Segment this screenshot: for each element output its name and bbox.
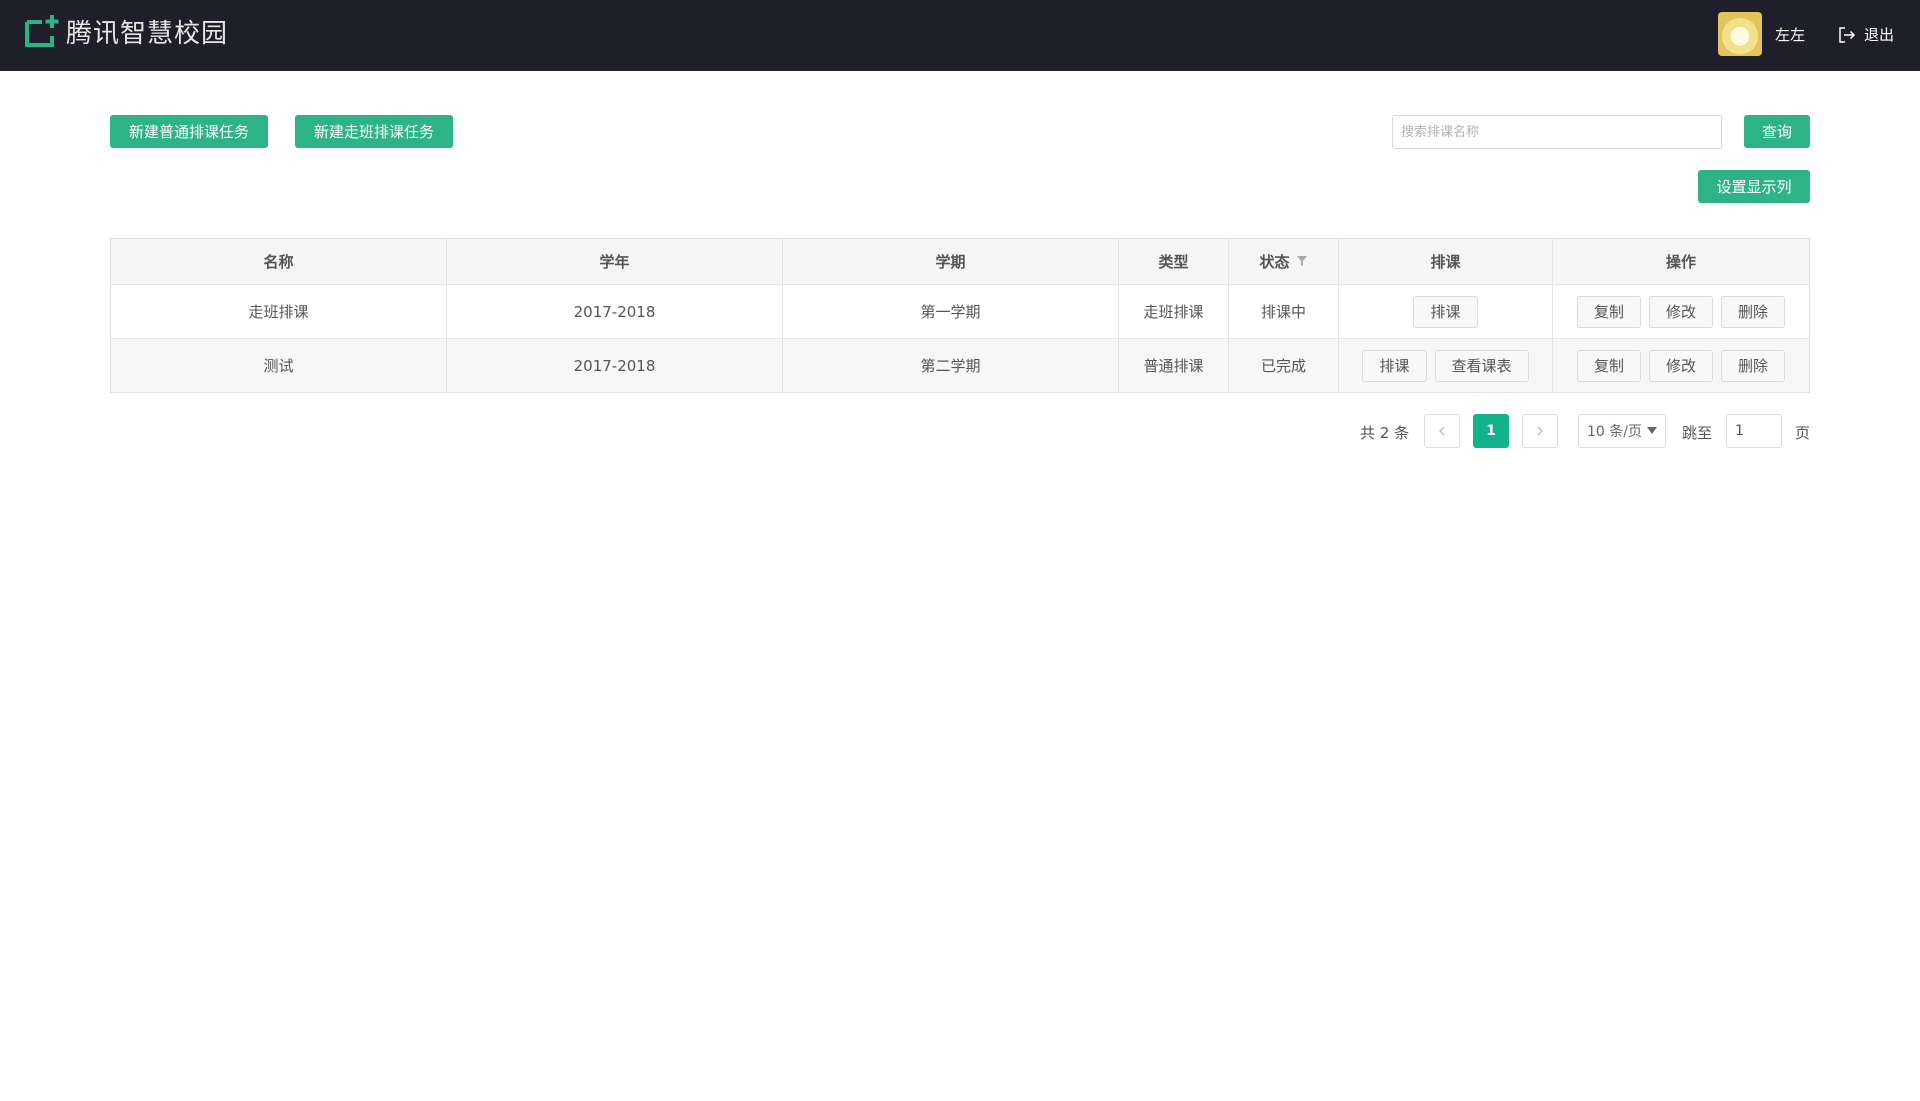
column-header-status-label: 状态 [1259, 253, 1290, 271]
copy-button[interactable]: 复制 [1576, 349, 1641, 382]
brand-logo[interactable]: 腾讯智慧校园 [24, 11, 228, 51]
search-input[interactable] [1392, 115, 1722, 149]
chevron-left-icon [1439, 426, 1445, 436]
new-walk-task-button[interactable]: 新建走班排课任务 [295, 115, 453, 148]
column-header-actions: 操作 [1665, 253, 1696, 271]
cell-status: 已完成 [1229, 339, 1339, 392]
jump-page-input[interactable] [1726, 414, 1782, 448]
brand-name: 腾讯智慧校园 [66, 18, 229, 49]
cell-term: 第二学期 [783, 339, 1119, 392]
set-columns-button[interactable]: 设置显示列 [1698, 170, 1810, 203]
top-navbar: 腾讯智慧校园 左左 退出 [0, 0, 1920, 71]
column-header-year: 学年 [447, 239, 783, 284]
cell-year: 2017-2018 [447, 285, 783, 338]
copy-button[interactable]: 复制 [1576, 295, 1641, 328]
filter-icon[interactable] [1296, 253, 1308, 271]
delete-button[interactable]: 删除 [1721, 349, 1786, 382]
logout-icon [1839, 26, 1856, 43]
delete-button[interactable]: 删除 [1721, 295, 1786, 328]
cell-status: 排课中 [1229, 285, 1339, 338]
cell-type: 普通排课 [1119, 339, 1229, 392]
page-suffix: 页 [1795, 424, 1811, 442]
next-page-button[interactable] [1522, 414, 1558, 448]
logo-mark-icon [24, 12, 62, 50]
schedule-button[interactable]: 排课 [1362, 349, 1427, 382]
username[interactable]: 左左 [1775, 24, 1805, 45]
chevron-right-icon [1537, 426, 1543, 436]
view-timetable-button[interactable]: 查看课表 [1434, 349, 1529, 382]
schedule-button[interactable]: 排课 [1413, 295, 1478, 328]
edit-button[interactable]: 修改 [1648, 295, 1713, 328]
page-number-current[interactable]: 1 [1473, 414, 1509, 448]
table-header: 名称 学年 学期 类型 状态 排课 操作 [111, 239, 1809, 285]
cell-name: 走班排课 [111, 285, 447, 338]
logout-label: 退出 [1864, 26, 1895, 44]
cell-schedule: 排课 查看课表 [1339, 339, 1553, 392]
column-header-name: 名称 [111, 239, 447, 284]
page-size-select[interactable]: 10 条/页 [1578, 414, 1666, 448]
column-header-type: 类型 [1119, 239, 1229, 284]
avatar[interactable] [1718, 12, 1762, 56]
cell-term: 第一学期 [783, 285, 1119, 338]
pagination-total: 共 2 条 [1360, 424, 1410, 442]
cell-actions: 复制 修改 删除 [1553, 285, 1809, 338]
cell-schedule: 排课 [1339, 285, 1553, 338]
schedule-table: 名称 学年 学期 类型 状态 排课 操作 走班排课 2017-2018 第一学期… [110, 238, 1810, 393]
cell-actions: 复制 修改 删除 [1553, 339, 1809, 392]
cell-year: 2017-2018 [447, 339, 783, 392]
cell-type: 走班排课 [1119, 285, 1229, 338]
table-row: 走班排课 2017-2018 第一学期 走班排课 排课中 排课 复制 修改 删除 [111, 285, 1809, 339]
page-size-value: 10 条/页 [1587, 424, 1642, 440]
cell-name: 测试 [111, 339, 447, 392]
query-button[interactable]: 查询 [1744, 115, 1810, 148]
edit-button[interactable]: 修改 [1648, 349, 1713, 382]
column-header-status: 状态 [1229, 239, 1339, 284]
logout-button[interactable]: 退出 [1838, 24, 1894, 45]
column-header-schedule: 排课 [1339, 239, 1553, 284]
caret-down-icon [1647, 427, 1657, 434]
column-header-term: 学期 [783, 239, 1119, 284]
new-normal-task-button[interactable]: 新建普通排课任务 [110, 115, 268, 148]
table-row: 测试 2017-2018 第二学期 普通排课 已完成 排课 查看课表 复制 修改… [111, 339, 1809, 392]
jump-label: 跳至 [1682, 424, 1713, 442]
prev-page-button[interactable] [1424, 414, 1460, 448]
